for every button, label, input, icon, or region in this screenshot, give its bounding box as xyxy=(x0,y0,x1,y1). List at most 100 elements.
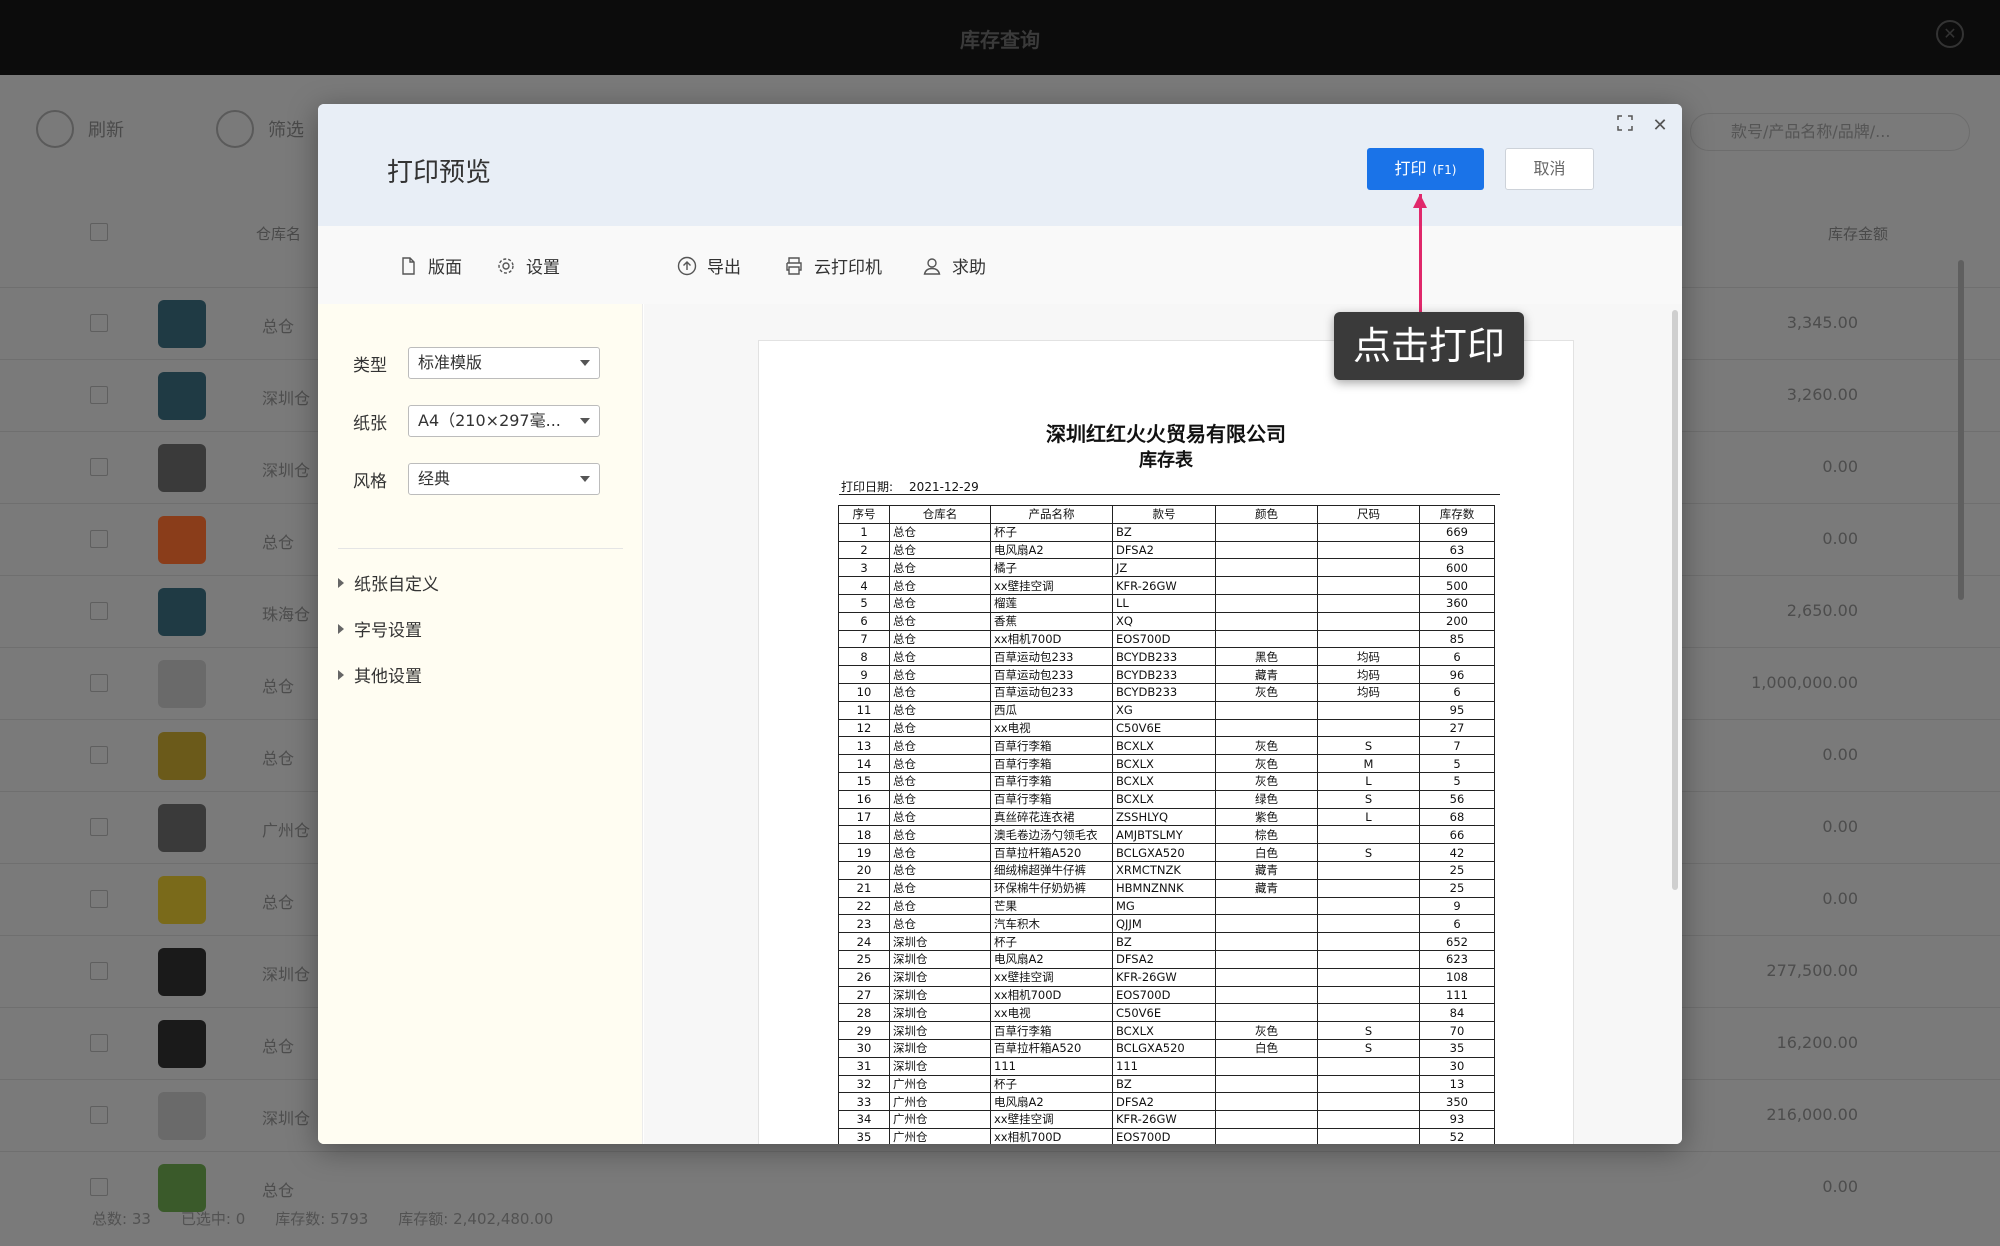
stock-cell: 澳毛卷边汤勺领毛衣 xyxy=(990,825,1113,845)
row-checkbox[interactable] xyxy=(90,602,108,620)
stock-cell: 25 xyxy=(1419,878,1495,898)
chevron-right-icon xyxy=(338,623,344,634)
row-warehouse: 深圳仓 xyxy=(262,1109,311,1128)
section-paper-custom[interactable]: 纸张自定义 xyxy=(338,570,439,595)
stock-cell xyxy=(1215,629,1318,649)
background-scrollbar[interactable] xyxy=(1958,260,1964,600)
stock-table-row: 27 深圳仓 xx相机700D EOS700D 111 xyxy=(838,985,1495,1005)
stock-cell: 均码 xyxy=(1317,682,1420,702)
stock-table-row: 23 总仓 汽车积木 QJJM 6 xyxy=(838,914,1495,934)
stock-cell xyxy=(1317,540,1420,560)
stock-cell: 广州仓 xyxy=(889,1092,991,1112)
select-all-checkbox[interactable] xyxy=(90,223,108,241)
footer-stock-qty: 库存数: 5793 xyxy=(275,1210,369,1228)
row-checkbox[interactable] xyxy=(90,890,108,908)
row-amount: 3,260.00 xyxy=(1786,385,1858,404)
stock-table-row: 20 总仓 细绒棉超弹牛仔裤 XRMCTNZK 藏青 25 xyxy=(838,860,1495,880)
app-title: 库存查询 xyxy=(960,28,1040,52)
stock-cell: 藏青 xyxy=(1215,665,1318,684)
stock-cell: 2 xyxy=(838,540,890,560)
print-button[interactable]: 打印 (F1) xyxy=(1367,148,1484,190)
row-checkbox[interactable] xyxy=(90,1106,108,1124)
stock-cell: 20 xyxy=(838,860,890,880)
stock-cell: BCYDB233 xyxy=(1112,665,1216,684)
stock-cell: 25 xyxy=(1419,860,1495,880)
stock-cell: 总仓 xyxy=(889,682,991,702)
cloud-printer-label: 云打印机 xyxy=(814,258,882,278)
app-close-icon[interactable]: ✕ xyxy=(1936,20,1964,48)
document-company: 深圳红红火火贸易有限公司 xyxy=(1046,422,1286,446)
stock-cell xyxy=(1317,700,1420,720)
stock-cell: BCXLX xyxy=(1112,1021,1216,1040)
chevron-right-icon xyxy=(338,669,344,680)
stock-cell: 均码 xyxy=(1317,647,1420,667)
stock-cell: 23 xyxy=(838,914,890,934)
preview-scrollbar[interactable] xyxy=(1672,310,1678,890)
row-checkbox[interactable] xyxy=(90,962,108,980)
row-checkbox[interactable] xyxy=(90,314,108,332)
close-icon[interactable]: ✕ xyxy=(1648,114,1672,138)
stock-cell: 6 xyxy=(838,611,890,631)
stock-table-row: 32 广州仓 杯子 BZ 13 xyxy=(838,1074,1495,1094)
stock-cell: M xyxy=(1317,754,1420,773)
stock-cell: 百草行李箱 xyxy=(990,771,1113,791)
preview-area[interactable]: 深圳红红火火贸易有限公司 库存表 打印日期: 2021-12-29 序号 仓库名 产品… xyxy=(644,304,1682,1144)
maximize-icon[interactable] xyxy=(1613,114,1637,138)
paper-select[interactable]: A4（210×297毫... xyxy=(408,405,600,437)
stock-cell: 百草运动包233 xyxy=(990,682,1113,702)
stock-table-row: 17 总仓 真丝碎花连衣裙 ZSSHLYQ 紫色 L 68 xyxy=(838,807,1495,827)
stock-cell: xx相机700D xyxy=(990,985,1113,1005)
section-font-size[interactable]: 字号设置 xyxy=(338,616,422,641)
stock-cell: 藏青 xyxy=(1215,860,1318,880)
stock-cell: 总仓 xyxy=(889,718,991,738)
stock-cell: 11 xyxy=(838,700,890,720)
stock-cell: HBMNZNNK xyxy=(1112,878,1216,898)
export-button[interactable]: 导出 xyxy=(677,253,741,278)
row-checkbox[interactable] xyxy=(90,530,108,548)
stock-cell: 总仓 xyxy=(889,878,991,898)
row-checkbox[interactable] xyxy=(90,1178,108,1196)
type-select[interactable]: 标准模版 xyxy=(408,347,600,379)
stock-cell xyxy=(1215,1127,1318,1144)
stock-cell xyxy=(1317,967,1420,987)
cancel-button[interactable]: 取消 xyxy=(1505,148,1594,190)
row-checkbox[interactable] xyxy=(90,1034,108,1052)
stock-cell: MG xyxy=(1112,896,1216,916)
row-amount: 2,650.00 xyxy=(1786,601,1858,620)
stock-table-row: 1 总仓 杯子 BZ 669 xyxy=(838,522,1495,542)
refresh-button[interactable]: 刷新 xyxy=(36,110,124,148)
stock-cell: ZSSHLYQ xyxy=(1112,807,1216,827)
row-amount: 0.00 xyxy=(1822,745,1858,764)
row-checkbox[interactable] xyxy=(90,674,108,692)
section-other[interactable]: 其他设置 xyxy=(338,662,422,687)
stock-cell: 5 xyxy=(1419,754,1495,773)
stock-table-row: 21 总仓 环保棉牛仔奶奶裤 HBMNZNNK 藏青 25 xyxy=(838,878,1495,898)
row-checkbox[interactable] xyxy=(90,746,108,764)
stock-cell xyxy=(1215,932,1318,951)
print-button-label: 打印 xyxy=(1394,159,1427,178)
filter-button[interactable]: 筛选 xyxy=(216,110,304,148)
stock-cell xyxy=(1215,1110,1318,1129)
search-input[interactable]: 款号/产品名称/品牌/... xyxy=(1690,113,1970,151)
stock-table-row: 10 总仓 百草运动包233 BCYDB233 灰色 均码 6 xyxy=(838,682,1495,702)
stock-cell: 总仓 xyxy=(889,736,991,756)
layout-button[interactable]: 版面 xyxy=(398,253,462,278)
stock-cell xyxy=(1317,629,1420,649)
stock-cell: xx相机700D xyxy=(990,629,1113,649)
settings-button[interactable]: 设置 xyxy=(496,253,560,278)
cloud-printer-button[interactable]: 云打印机 xyxy=(784,253,882,278)
stock-cell: 68 xyxy=(1419,807,1495,827)
help-button[interactable]: 求助 xyxy=(922,253,986,278)
style-select[interactable]: 经典 xyxy=(408,463,600,495)
row-checkbox[interactable] xyxy=(90,458,108,476)
row-checkbox[interactable] xyxy=(90,386,108,404)
stock-table-row: 3 总仓 橘子 JZ 600 xyxy=(838,558,1495,578)
stock-table-row: 12 总仓 xx电视 C50V6E 27 xyxy=(838,718,1495,738)
stock-header-cell: 产品名称 xyxy=(990,505,1113,524)
paper-value: A4（210×297毫... xyxy=(418,411,561,430)
stock-cell: 杯子 xyxy=(990,522,1113,542)
row-checkbox[interactable] xyxy=(90,818,108,836)
footer-total: 总数: 33 xyxy=(92,1210,151,1228)
stock-cell: 5 xyxy=(838,593,890,613)
stock-cell: 均码 xyxy=(1317,665,1420,684)
